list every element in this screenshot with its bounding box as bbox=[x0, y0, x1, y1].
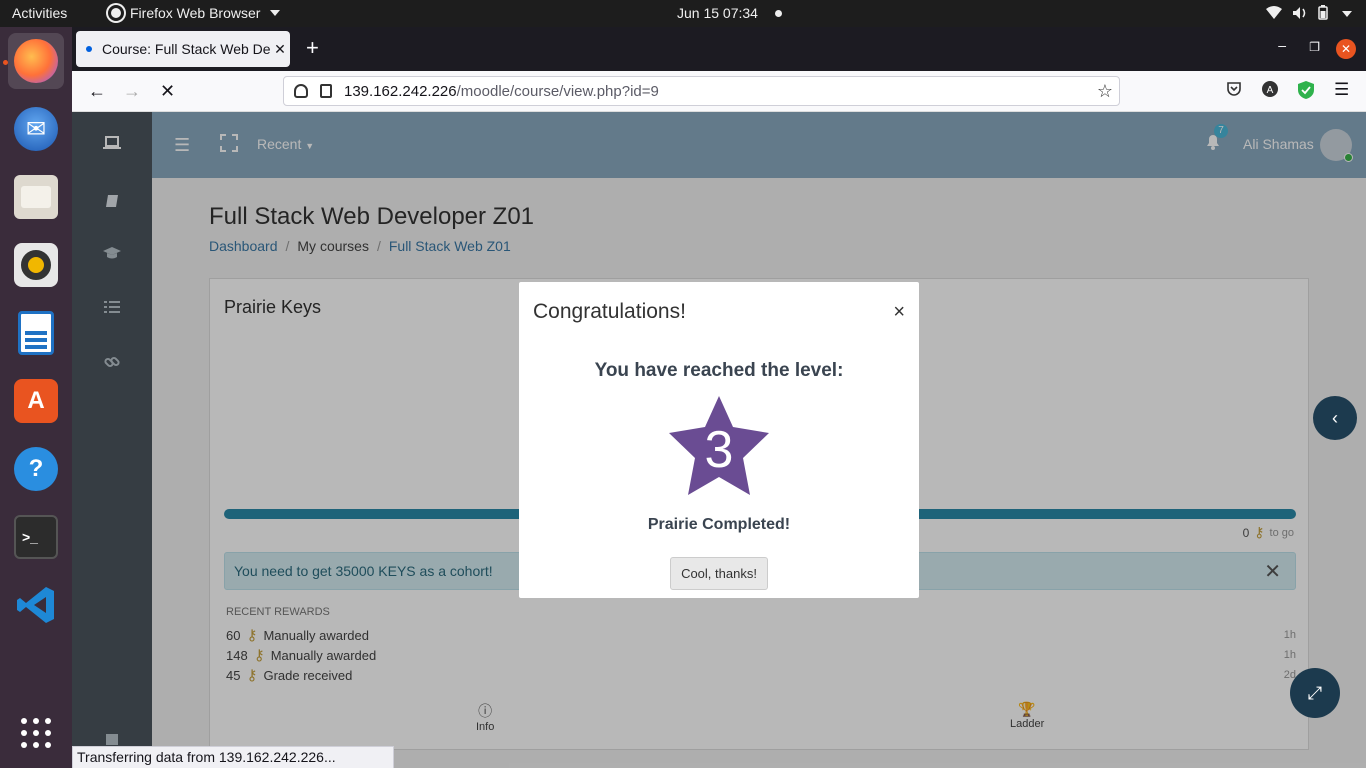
close-window-button[interactable]: ✕ bbox=[1336, 39, 1356, 59]
url-bar[interactable]: 139.162.242.226/moodle/course/view.php?i… bbox=[283, 76, 1120, 106]
app-name: Firefox Web Browser bbox=[130, 5, 261, 21]
show-apps-button[interactable] bbox=[8, 705, 64, 761]
clock[interactable]: Jun 15 07:34 bbox=[677, 5, 758, 21]
menu-icon[interactable]: ☰ bbox=[1334, 80, 1349, 100]
minimize-button[interactable]: – bbox=[1278, 37, 1286, 53]
lock-icon[interactable] bbox=[320, 84, 332, 98]
notification-dot bbox=[775, 10, 782, 17]
reached-level-text: You have reached the level: bbox=[594, 360, 844, 381]
dock-files[interactable] bbox=[8, 169, 64, 225]
loading-icon bbox=[86, 46, 92, 52]
stop-button[interactable]: ✕ bbox=[160, 81, 175, 102]
dock-help[interactable]: ? bbox=[8, 441, 64, 497]
firefox-icon bbox=[108, 5, 124, 21]
back-button[interactable]: ← bbox=[88, 81, 106, 102]
files-icon bbox=[14, 175, 58, 219]
shield-extension-icon[interactable] bbox=[1298, 81, 1314, 103]
status-bar: Transferring data from 139.162.242.226..… bbox=[72, 746, 394, 768]
svg-text:A: A bbox=[1267, 85, 1274, 96]
level-star-icon: 3 bbox=[669, 396, 769, 495]
software-icon: A bbox=[14, 379, 58, 423]
url-path: /moodle/course/view.php?id=9 bbox=[456, 82, 659, 100]
app-menu[interactable]: Firefox Web Browser bbox=[108, 5, 281, 21]
writer-icon bbox=[18, 311, 54, 355]
tab-bar: Course: Full Stack Web De ✕ + – ❐ ✕ bbox=[72, 27, 1366, 71]
dock: ✉ A ? >_ bbox=[0, 27, 72, 768]
system-tray[interactable] bbox=[1266, 5, 1352, 23]
dock-terminal[interactable]: >_ bbox=[8, 509, 64, 565]
forward-button[interactable]: → bbox=[123, 81, 141, 102]
cool-thanks-button[interactable]: Cool, thanks! bbox=[670, 557, 768, 590]
volume-icon bbox=[1292, 6, 1308, 23]
expand-button[interactable]: ⤢ bbox=[1290, 668, 1340, 718]
grid-icon bbox=[14, 711, 58, 755]
vscode-icon bbox=[14, 583, 58, 627]
rhythmbox-icon bbox=[14, 243, 58, 287]
shield-icon[interactable] bbox=[294, 84, 308, 98]
system-top-bar: Activities Firefox Web Browser Jun 15 07… bbox=[0, 0, 1366, 27]
wifi-icon bbox=[1266, 5, 1282, 23]
chevron-down-icon bbox=[270, 10, 281, 16]
close-tab-icon[interactable]: ✕ bbox=[270, 41, 290, 58]
level-number: 3 bbox=[705, 421, 734, 479]
dialog-title: Congratulations! bbox=[533, 300, 686, 323]
level-name: Prairie Completed! bbox=[647, 516, 791, 533]
level-up-dialog: Congratulations! × You have reached the … bbox=[519, 282, 919, 598]
dock-vscode[interactable] bbox=[8, 577, 64, 633]
bookmark-star-icon[interactable]: ☆ bbox=[1097, 81, 1113, 102]
chevron-down-icon bbox=[1342, 11, 1352, 17]
dock-libreoffice-writer[interactable] bbox=[8, 305, 64, 361]
url-host: 139.162.242.226 bbox=[344, 82, 457, 100]
drawer-toggle-button[interactable]: ‹ bbox=[1313, 396, 1357, 440]
close-icon[interactable]: × bbox=[893, 301, 905, 324]
firefox-icon bbox=[14, 39, 58, 83]
pocket-icon[interactable] bbox=[1226, 81, 1242, 101]
activities-button[interactable]: Activities bbox=[12, 5, 67, 21]
dock-rhythmbox[interactable] bbox=[8, 237, 64, 293]
new-tab-button[interactable]: + bbox=[306, 35, 319, 61]
dock-ubuntu-software[interactable]: A bbox=[8, 373, 64, 429]
tab-course[interactable]: Course: Full Stack Web De ✕ bbox=[76, 31, 290, 67]
tab-title: Course: Full Stack Web De bbox=[102, 41, 270, 57]
account-icon[interactable]: A bbox=[1262, 81, 1278, 101]
dock-thunderbird[interactable]: ✉ bbox=[8, 101, 64, 157]
navigation-toolbar: ← → ✕ 139.162.242.226/moodle/course/view… bbox=[72, 71, 1366, 112]
battery-icon bbox=[1318, 5, 1328, 23]
help-icon: ? bbox=[14, 447, 58, 491]
thunderbird-icon: ✉ bbox=[14, 107, 58, 151]
dock-firefox[interactable] bbox=[8, 33, 64, 89]
terminal-icon: >_ bbox=[14, 515, 58, 559]
maximize-button[interactable]: ❐ bbox=[1309, 40, 1320, 54]
